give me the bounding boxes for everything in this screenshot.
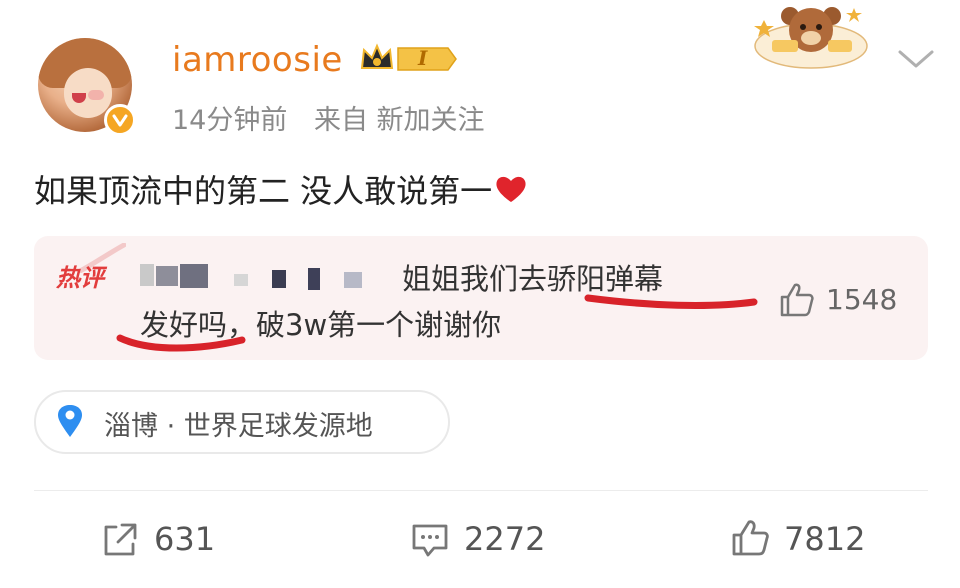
share-count[interactable]: 631 — [154, 520, 215, 558]
post-time: 14分钟前 — [172, 105, 288, 136]
share-icon[interactable] — [100, 520, 140, 560]
hot-comment-tag: 热评 — [56, 264, 104, 292]
thumbs-up-icon[interactable] — [776, 280, 816, 320]
hot-comment-like-count: 1548 — [826, 283, 898, 316]
post-meta: 14分钟前 来自 新加关注 — [172, 98, 503, 137]
post-text-content: 如果顶流中的第二 没人敢说第一 — [34, 172, 493, 210]
location-label: 淄博 · 世界足球发源地 — [104, 411, 373, 442]
vip-crown-badge-icon[interactable]: I — [360, 42, 460, 76]
bear-sticker-icon[interactable] — [752, 0, 870, 70]
location-pin-icon — [56, 404, 84, 438]
like-icon[interactable] — [730, 518, 770, 558]
post-text: 如果顶流中的第二 没人敢说第一 — [34, 166, 528, 212]
verified-badge-icon — [104, 104, 136, 136]
red-underline-annotation — [110, 280, 770, 360]
username[interactable]: iamroosie — [172, 40, 343, 80]
comment-count[interactable]: 2272 — [464, 520, 545, 558]
chevron-down-icon[interactable] — [896, 44, 936, 74]
heart-icon — [494, 174, 528, 212]
like-count[interactable]: 7812 — [784, 520, 865, 558]
vip-level: I — [418, 46, 428, 70]
divider — [34, 490, 928, 491]
comment-icon[interactable] — [410, 520, 450, 560]
post-source[interactable]: 来自 新加关注 — [314, 105, 485, 136]
